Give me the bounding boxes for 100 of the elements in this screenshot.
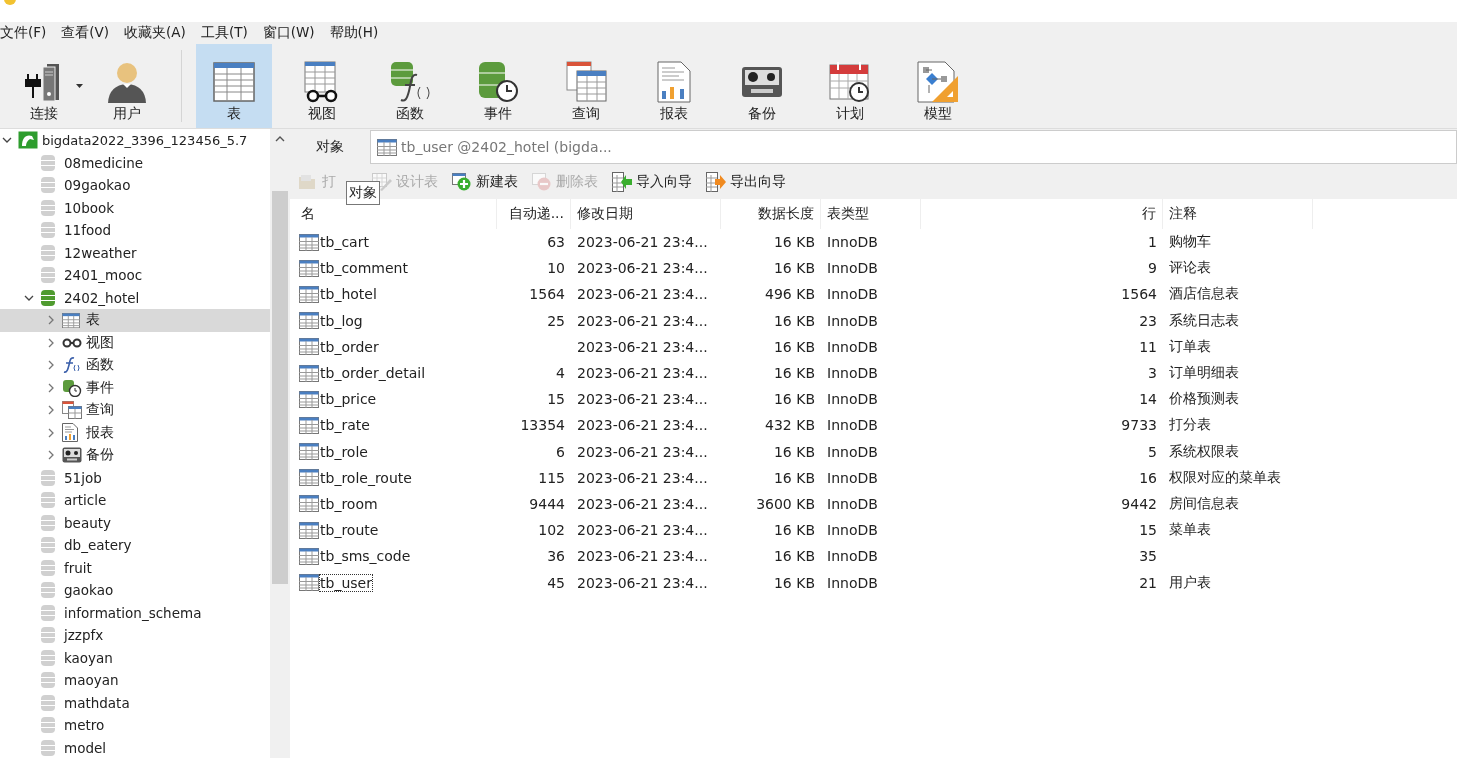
table-cell: InnoDB (827, 312, 878, 329)
table-name[interactable]: tb_cart (320, 234, 369, 251)
tree-item[interactable]: 函数 (0, 354, 270, 377)
tree-item[interactable]: mathdata (0, 691, 270, 714)
database-icon (40, 693, 56, 712)
tree-item[interactable]: 事件 (0, 376, 270, 399)
tree-item[interactable]: fruit (0, 556, 270, 579)
tree-item[interactable]: 09gaokao (0, 174, 270, 197)
table-name[interactable]: tb_comment (320, 260, 408, 277)
tree-item[interactable]: jzzpfx (0, 624, 270, 647)
tree-item[interactable]: article (0, 489, 270, 512)
toolbar-button[interactable]: 新建表 (450, 173, 520, 191)
table-cell: 订单表 (1169, 337, 1211, 356)
table-name[interactable]: tb_sms_code (320, 548, 411, 565)
table-cell: 15 (1139, 522, 1157, 539)
expand-chevron-icon[interactable] (46, 337, 56, 348)
toolbar-button[interactable]: 表 (196, 44, 272, 128)
tree-item[interactable]: gaokao (0, 579, 270, 602)
tree-item[interactable]: 2402_hotel (0, 286, 270, 309)
collapse-chevron-icon[interactable] (2, 137, 12, 144)
table-cell: InnoDB (827, 417, 878, 434)
tree-item[interactable]: information_schema (0, 601, 270, 624)
tree-item[interactable]: 2401_mooc (0, 264, 270, 287)
table-cell: 评论表 (1169, 259, 1211, 278)
column-header[interactable]: 行 (921, 199, 1163, 229)
collapse-chevron-icon[interactable] (24, 294, 34, 301)
tree-item[interactable]: 备份 (0, 444, 270, 467)
tree-item[interactable]: 12weather (0, 241, 270, 264)
database-icon (40, 716, 56, 735)
caret-icon[interactable] (76, 84, 83, 88)
expand-chevron-icon[interactable] (46, 450, 56, 461)
table-name[interactable]: tb_log (320, 312, 363, 329)
tree-item[interactable]: 10book (0, 196, 270, 219)
scrollbar-thumb[interactable] (272, 191, 288, 584)
toolbar-button[interactable]: 报表 (636, 44, 712, 128)
tree-item[interactable]: 51job (0, 466, 270, 489)
column-header[interactable]: 修改日期 (571, 199, 721, 229)
table-name[interactable]: tb_order (320, 338, 379, 355)
toolbar-button[interactable]: 模型 (900, 44, 976, 128)
toolbar-button[interactable]: 连接 (6, 44, 82, 128)
column-header[interactable]: 自动递... (497, 199, 571, 229)
table-name[interactable]: tb_hotel (320, 286, 377, 303)
table-name[interactable]: tb_order_detail (320, 365, 426, 382)
expand-chevron-icon[interactable] (46, 315, 56, 326)
menu-item[interactable]: 帮助(H) (329, 24, 386, 42)
tree-item[interactable]: 表 (0, 309, 270, 332)
table-cell: 1 (1148, 234, 1157, 251)
tree-item[interactable]: 查询 (0, 399, 270, 422)
export-icon (706, 172, 726, 192)
table-icon (299, 443, 319, 461)
scroll-up-icon[interactable] (275, 136, 285, 142)
table-name[interactable]: tb_rate (320, 417, 370, 434)
expand-chevron-icon[interactable] (46, 427, 56, 438)
toolbar-button[interactable]: 用户 (89, 44, 165, 128)
table-name[interactable]: tb_role_route (320, 469, 412, 486)
toolbar-button[interactable]: 导出向导 (704, 172, 788, 192)
table-cell: 2023-06-21 23:4... (577, 338, 708, 355)
menu-item[interactable]: 文件(F) (0, 24, 54, 42)
tree-item[interactable]: kaoyan (0, 646, 270, 669)
table-name[interactable]: tb_route (320, 522, 379, 539)
database-icon (40, 221, 56, 240)
table-name[interactable]: tb_user (320, 574, 372, 591)
tree-item[interactable]: 视图 (0, 331, 270, 354)
table-cell: InnoDB (827, 260, 878, 277)
tree-item[interactable]: 11food (0, 219, 270, 242)
tree-item[interactable]: db_eatery (0, 534, 270, 557)
menu-item[interactable]: 窗口(W) (262, 24, 322, 42)
expand-chevron-icon[interactable] (46, 382, 56, 393)
table-cell: 23 (1139, 312, 1157, 329)
table-name[interactable]: tb_room (320, 495, 378, 512)
database-clock-icon (477, 61, 519, 103)
toolbar-button[interactable]: 函数 (372, 44, 448, 128)
table-name[interactable]: tb_price (320, 391, 377, 408)
toolbar-button[interactable]: 导入向导 (610, 172, 694, 192)
toolbar-button[interactable]: 备份 (724, 44, 800, 128)
tree-item[interactable]: 08medicine (0, 151, 270, 174)
toolbar-button[interactable]: 视图 (284, 44, 360, 128)
tab[interactable]: tb_user @2402_hotel (bigda... (370, 130, 1457, 164)
expand-chevron-icon[interactable] (46, 405, 56, 416)
database-icon (40, 266, 56, 285)
menu-item[interactable]: 工具(T) (200, 24, 255, 42)
expand-chevron-icon[interactable] (46, 360, 56, 371)
tree-item[interactable]: beauty (0, 511, 270, 534)
table-name[interactable]: tb_role (320, 443, 368, 460)
table-cell: 15 (547, 391, 565, 408)
tree-item[interactable]: metro (0, 714, 270, 737)
tree-item[interactable]: bigdata2022_3396_123456_5.7 (0, 129, 270, 152)
column-header[interactable]: 表类型 (821, 199, 921, 229)
column-header[interactable]: 数据长度 (721, 199, 821, 229)
column-header[interactable]: 名 (295, 199, 497, 229)
table-cell: 16 KB (773, 365, 815, 382)
toolbar-button[interactable]: 计划 (812, 44, 888, 128)
tree-item[interactable]: 报表 (0, 421, 270, 444)
toolbar-button[interactable]: 事件 (460, 44, 536, 128)
menu-item[interactable]: 收藏夹(A) (124, 24, 193, 42)
tree-item[interactable]: maoyan (0, 669, 270, 692)
column-header[interactable]: 注释 (1163, 199, 1313, 229)
tree-item[interactable]: model (0, 736, 270, 758)
toolbar-button[interactable]: 查询 (548, 44, 624, 128)
menu-item[interactable]: 查看(V) (61, 24, 117, 42)
